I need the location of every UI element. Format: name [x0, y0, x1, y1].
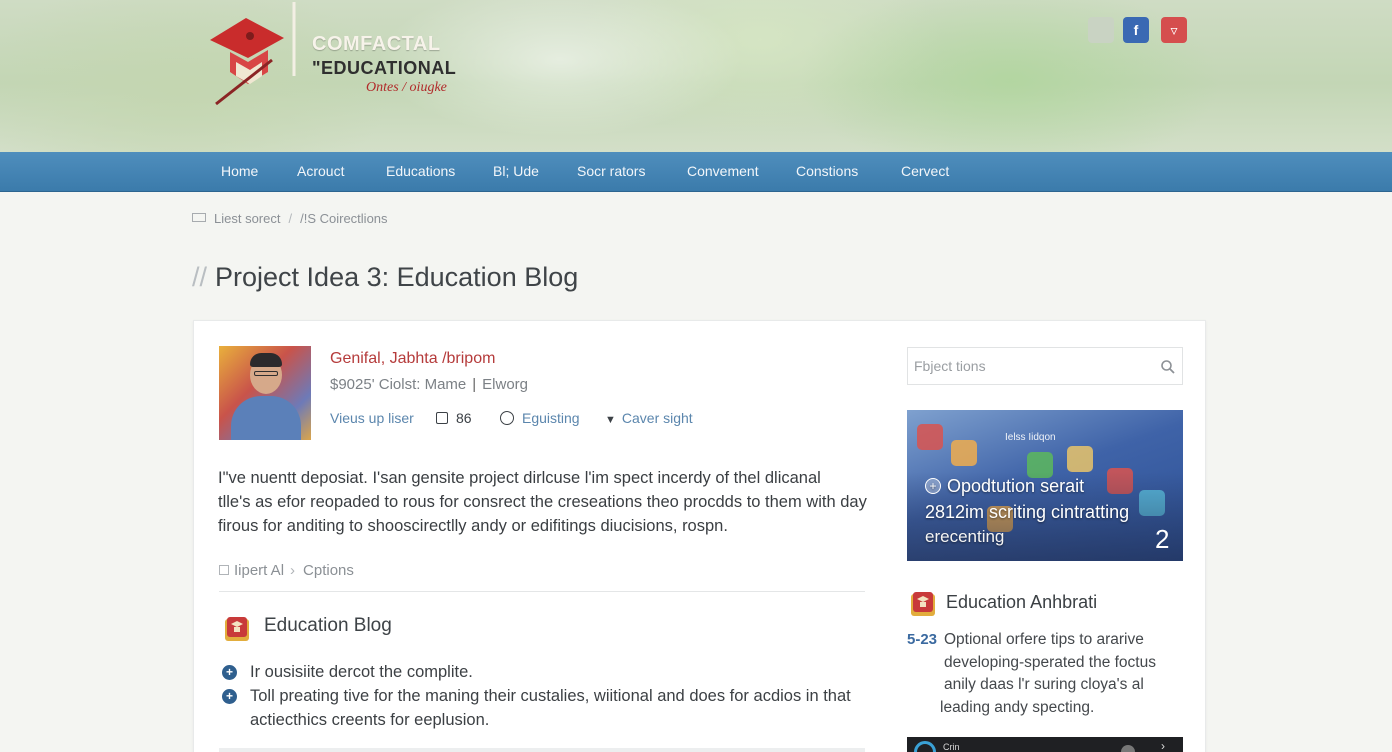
- promo-title: + Opodtution serait: [925, 476, 1084, 497]
- meta-count: 86: [436, 410, 472, 426]
- bullet-list: + Ir ousisiite dercot the complite. + To…: [222, 660, 882, 732]
- author-name[interactable]: Genifal, Jabhta /bripom: [330, 350, 495, 368]
- brand-name-line2: "EDUCATIONAL: [312, 58, 457, 78]
- eye-icon: ▼: [605, 414, 616, 426]
- meta-status-label: Eguisting: [522, 410, 580, 426]
- nav-item-convement[interactable]: Convement: [687, 163, 759, 179]
- nav-item-constions[interactable]: Constions: [796, 163, 858, 179]
- meta-count-value: 86: [456, 410, 472, 426]
- title-prefix: //: [192, 262, 208, 292]
- excerpt-line: anily daas l'r suring cloya's al: [944, 676, 1144, 693]
- brand-tagline: Ontes / oiugke: [366, 80, 447, 95]
- promo-number: 2: [1155, 524, 1170, 554]
- nav-item-cervect[interactable]: Cervect: [901, 163, 949, 179]
- checkbox-icon: [436, 412, 448, 424]
- next-section-edge: [219, 748, 865, 752]
- sidebar-post-title[interactable]: Education Anhbrati: [946, 592, 1097, 613]
- divider: [219, 591, 865, 592]
- breadcrumb: Liest sorect / /!S Coirectlions: [192, 211, 388, 226]
- media-knob-icon: [1121, 745, 1135, 752]
- intro-paragraph: I"ve nuentt deposiat. I'san gensite proj…: [218, 466, 878, 538]
- list-item-text-cont: actiecthics creents for eeplusion.: [250, 711, 490, 729]
- site-logo[interactable]: COMFACTAL "EDUCATIONAL Ontes / oiugke: [206, 0, 466, 112]
- sidebar-search: [907, 347, 1183, 385]
- promo-line2: 2812im scriting cintratting: [925, 502, 1130, 522]
- search-input[interactable]: [914, 356, 1150, 376]
- nav-item-home[interactable]: Home: [221, 163, 258, 179]
- book-icon: [911, 592, 935, 616]
- meta-extra[interactable]: ▼ Caver sight: [605, 410, 693, 426]
- nav-item-educations[interactable]: Educations: [386, 163, 455, 179]
- author-role-pipe: |: [472, 376, 477, 393]
- intro-line: tlle's as efor reopaded to rous for cons…: [218, 493, 867, 511]
- main-nav: Home Acrouct Educations Bl; Ude Socr rat…: [0, 152, 1392, 192]
- breadcrumb-item-first[interactable]: Liest sorect: [214, 211, 280, 226]
- intro-line: firous for anditing to shooscirectlly an…: [218, 517, 728, 535]
- list-item: + Ir ousisiite dercot the complite.: [222, 660, 882, 684]
- promo-title-text: Opodtution serait: [947, 476, 1085, 496]
- plus-circle-icon: +: [222, 689, 237, 704]
- document-icon: [192, 213, 206, 222]
- breadcrumb-separator: /: [288, 211, 293, 226]
- play-ring-icon: [914, 741, 936, 752]
- promo-banner[interactable]: Ielss Iidqon + Opodtution serait 2812im s…: [907, 410, 1183, 561]
- promo-line3: erecenting: [925, 527, 1005, 546]
- book-icon: [225, 617, 249, 641]
- title-text: Project Idea 3: Education Blog: [215, 262, 579, 292]
- tabs-row: Iipert Al › Cptions: [219, 562, 354, 579]
- intro-line: I"ve nuentt deposiat. I'san gensite proj…: [218, 469, 821, 487]
- breadcrumb-item-second[interactable]: /!S Coirectlions: [300, 211, 387, 226]
- section-title: Education Blog: [264, 615, 392, 636]
- nav-item-blude[interactable]: Bl; Ude: [493, 163, 539, 179]
- plus-circle-icon: +: [222, 665, 237, 680]
- social-blank-icon[interactable]: [1088, 17, 1114, 43]
- sidebar-post-excerpt: Optional orfere tips to ararive developi…: [940, 629, 1156, 719]
- page-title: //Project Idea 3: Education Blog: [192, 262, 578, 293]
- promo-tile: [951, 440, 977, 466]
- nav-item-acrouct[interactable]: Acrouct: [297, 163, 344, 179]
- nav-item-socr-rators[interactable]: Socr rators: [577, 163, 645, 179]
- circle-icon: [500, 411, 514, 425]
- author-role: $9025' Ciolst: Mame | Elworg: [330, 376, 528, 393]
- promo-tile: [917, 424, 943, 450]
- avatar[interactable]: [219, 346, 311, 440]
- list-item: + Toll preating tive for the maning thei…: [222, 684, 882, 732]
- brand-name-line1: COMFACTAL: [312, 33, 441, 55]
- media-tile-label: Crin: [943, 742, 960, 752]
- search-icon[interactable]: [1160, 359, 1176, 375]
- author-role-text: $9025' Ciolst: Mame: [330, 376, 467, 393]
- tab-second[interactable]: Cptions: [303, 562, 354, 579]
- facebook-icon[interactable]: f: [1123, 17, 1149, 43]
- sidebar-post-date: 5-23: [907, 631, 938, 648]
- pinterest-icon[interactable]: ▿: [1161, 17, 1187, 43]
- list-item-text: Toll preating tive for the maning their …: [250, 687, 851, 705]
- meta-views[interactable]: Vieus up liser: [330, 410, 414, 426]
- tab-first[interactable]: Iipert Al: [234, 562, 284, 579]
- author-role-tag: Elworg: [482, 376, 529, 393]
- plus-circle-icon: +: [925, 478, 941, 494]
- chevron-right-icon: ›: [1161, 739, 1165, 752]
- meta-extra-label: Caver sight: [621, 410, 693, 426]
- excerpt-line: developing-sperated the foctus: [944, 653, 1156, 671]
- promo-tile: [1067, 446, 1093, 472]
- media-tile[interactable]: Crin ›: [907, 737, 1183, 752]
- excerpt-line: Optional orfere tips to ararive: [944, 631, 1144, 648]
- chevron-right-icon: ›: [290, 562, 296, 579]
- document-icon: [219, 565, 229, 575]
- promo-top-label: Ielss Iidqon: [1005, 432, 1056, 443]
- meta-status[interactable]: Eguisting: [500, 410, 580, 426]
- excerpt-line: leading andy specting.: [940, 698, 1095, 716]
- graduation-cap-logo-icon: [210, 2, 296, 106]
- list-item-text: Ir ousisiite dercot the complite.: [250, 663, 473, 681]
